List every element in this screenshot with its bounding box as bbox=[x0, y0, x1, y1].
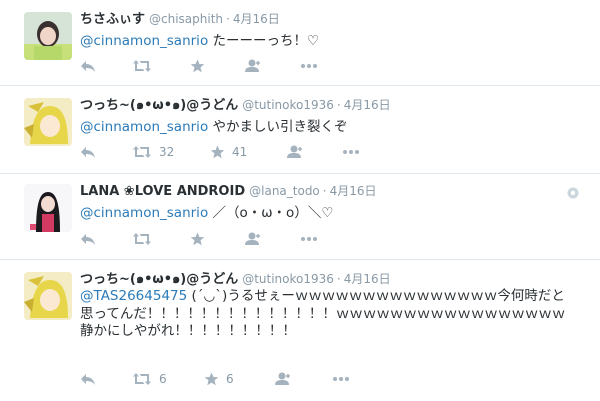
follow-button[interactable] bbox=[286, 143, 304, 161]
more-dots-icon bbox=[301, 64, 317, 68]
follow-user-icon bbox=[275, 372, 290, 385]
more-dots-icon bbox=[343, 150, 359, 154]
reply-button[interactable] bbox=[80, 230, 96, 248]
more-button[interactable] bbox=[332, 370, 350, 388]
avatar[interactable] bbox=[24, 272, 72, 320]
tweet-text: @cinnamon_sanrio ／（o・ω・o）＼♡ bbox=[80, 204, 586, 222]
retweet-icon bbox=[133, 146, 151, 158]
reply-icon bbox=[81, 374, 95, 385]
reply-button[interactable] bbox=[80, 143, 96, 161]
user-handle[interactable]: @chisaphith bbox=[149, 12, 223, 26]
tweet[interactable]: ちさふぃす @chisaphith · 4月16日 @cinnamon_sanrio … bbox=[0, 0, 600, 86]
more-button[interactable] bbox=[342, 143, 360, 161]
more-button[interactable] bbox=[300, 57, 318, 75]
follow-user-icon bbox=[245, 232, 260, 245]
tweet-header: つっち~(๑•ω•๑)@うどん @tutinoko1936 · 4月16日 bbox=[80, 96, 590, 114]
display-name[interactable]: ちさふぃす bbox=[80, 12, 145, 27]
tweet-header: LANA ❀LOVE ANDROID @lana_todo · 4月16日 bbox=[80, 182, 590, 200]
star-icon bbox=[210, 145, 225, 159]
tweet[interactable]: つっち~(๑•ω•๑)@うどん @tutinoko1936 · 4月16日 @TAS2… bbox=[0, 260, 600, 401]
reply-icon bbox=[81, 61, 95, 72]
user-handle[interactable]: @tutinoko1936 bbox=[242, 272, 334, 286]
follow-user-icon bbox=[245, 59, 260, 72]
retweet-button[interactable]: 32 bbox=[132, 143, 174, 161]
mention-link[interactable]: @TAS26645475 bbox=[80, 288, 187, 304]
display-name[interactable]: LANA ❀LOVE ANDROID bbox=[80, 184, 245, 199]
separator-dot: · bbox=[226, 12, 230, 26]
retweet-count: 6 bbox=[159, 372, 167, 386]
mention-link[interactable]: @cinnamon_sanrio bbox=[80, 33, 208, 49]
mention-link[interactable]: @cinnamon_sanrio bbox=[80, 119, 208, 135]
timestamp[interactable]: 4月16日 bbox=[344, 98, 391, 112]
more-dots-icon bbox=[301, 237, 317, 241]
tweet-text: @cinnamon_sanrio やかましい引き裂くぞ bbox=[80, 118, 586, 136]
star-icon bbox=[190, 232, 205, 246]
timestamp[interactable]: 4月16日 bbox=[330, 184, 377, 198]
follow-button[interactable] bbox=[244, 230, 262, 248]
more-dots-icon bbox=[333, 377, 349, 381]
reply-icon bbox=[81, 234, 95, 245]
follow-button[interactable] bbox=[274, 370, 292, 388]
tweet-header: ちさふぃす @chisaphith · 4月16日 bbox=[80, 10, 590, 28]
star-icon bbox=[190, 59, 205, 73]
timestamp[interactable]: 4月16日 bbox=[344, 272, 391, 286]
tweet-text: @TAS26645475 (´◡`)うるせぇーｗｗｗｗｗｗｗｗｗｗｗｗｗｗｗ今何… bbox=[80, 288, 578, 341]
retweet-button[interactable] bbox=[132, 57, 152, 75]
tweet-header: つっち~(๑•ω•๑)@うどん @tutinoko1936 · 4月16日 bbox=[80, 270, 590, 288]
avatar[interactable] bbox=[24, 12, 72, 60]
follow-button[interactable] bbox=[244, 57, 262, 75]
avatar[interactable] bbox=[24, 98, 72, 146]
retweet-icon bbox=[133, 373, 151, 385]
gear-icon[interactable] bbox=[566, 186, 580, 200]
tweet-content: ／（o・ω・o）＼♡ bbox=[208, 205, 334, 221]
separator-dot: · bbox=[336, 272, 341, 286]
reply-button[interactable] bbox=[80, 57, 96, 75]
favorite-button[interactable]: 6 bbox=[204, 370, 234, 388]
retweet-icon bbox=[133, 60, 151, 72]
favorite-count: 6 bbox=[226, 372, 234, 386]
user-handle[interactable]: @lana_todo bbox=[249, 184, 320, 198]
reply-button[interactable] bbox=[80, 370, 96, 388]
favorite-button[interactable] bbox=[190, 230, 205, 248]
favorite-button[interactable]: 41 bbox=[210, 143, 247, 161]
follow-user-icon bbox=[287, 145, 302, 158]
timestamp[interactable]: 4月16日 bbox=[233, 12, 280, 26]
tweet-text: @cinnamon_sanrio たーーーっち！♡ bbox=[80, 32, 586, 50]
favorite-count: 41 bbox=[232, 145, 248, 159]
retweet-button[interactable] bbox=[132, 230, 152, 248]
retweet-button[interactable]: 6 bbox=[132, 370, 167, 388]
tweet-content: やかましい引き裂くぞ bbox=[208, 119, 348, 135]
more-button[interactable] bbox=[300, 230, 318, 248]
display-name[interactable]: つっち~(๑•ω•๑)@うどん bbox=[80, 272, 238, 287]
avatar[interactable] bbox=[24, 184, 72, 232]
display-name[interactable]: つっち~(๑•ω•๑)@うどん bbox=[80, 98, 238, 113]
tweet-content: たーーーっち！♡ bbox=[208, 33, 320, 49]
user-handle[interactable]: @tutinoko1936 bbox=[242, 98, 334, 112]
retweet-icon bbox=[133, 233, 151, 245]
star-icon bbox=[204, 372, 219, 386]
retweet-count: 32 bbox=[159, 145, 175, 159]
reply-icon bbox=[81, 147, 95, 158]
tweet[interactable]: つっち~(๑•ω•๑)@うどん @tutinoko1936 · 4月16日 @cinn… bbox=[0, 86, 600, 174]
separator-dot: · bbox=[336, 98, 341, 112]
mention-link[interactable]: @cinnamon_sanrio bbox=[80, 205, 208, 221]
favorite-button[interactable] bbox=[190, 57, 205, 75]
tweet[interactable]: LANA ❀LOVE ANDROID @lana_todo · 4月16日 @cinn… bbox=[0, 174, 600, 260]
separator-dot: · bbox=[322, 184, 327, 198]
